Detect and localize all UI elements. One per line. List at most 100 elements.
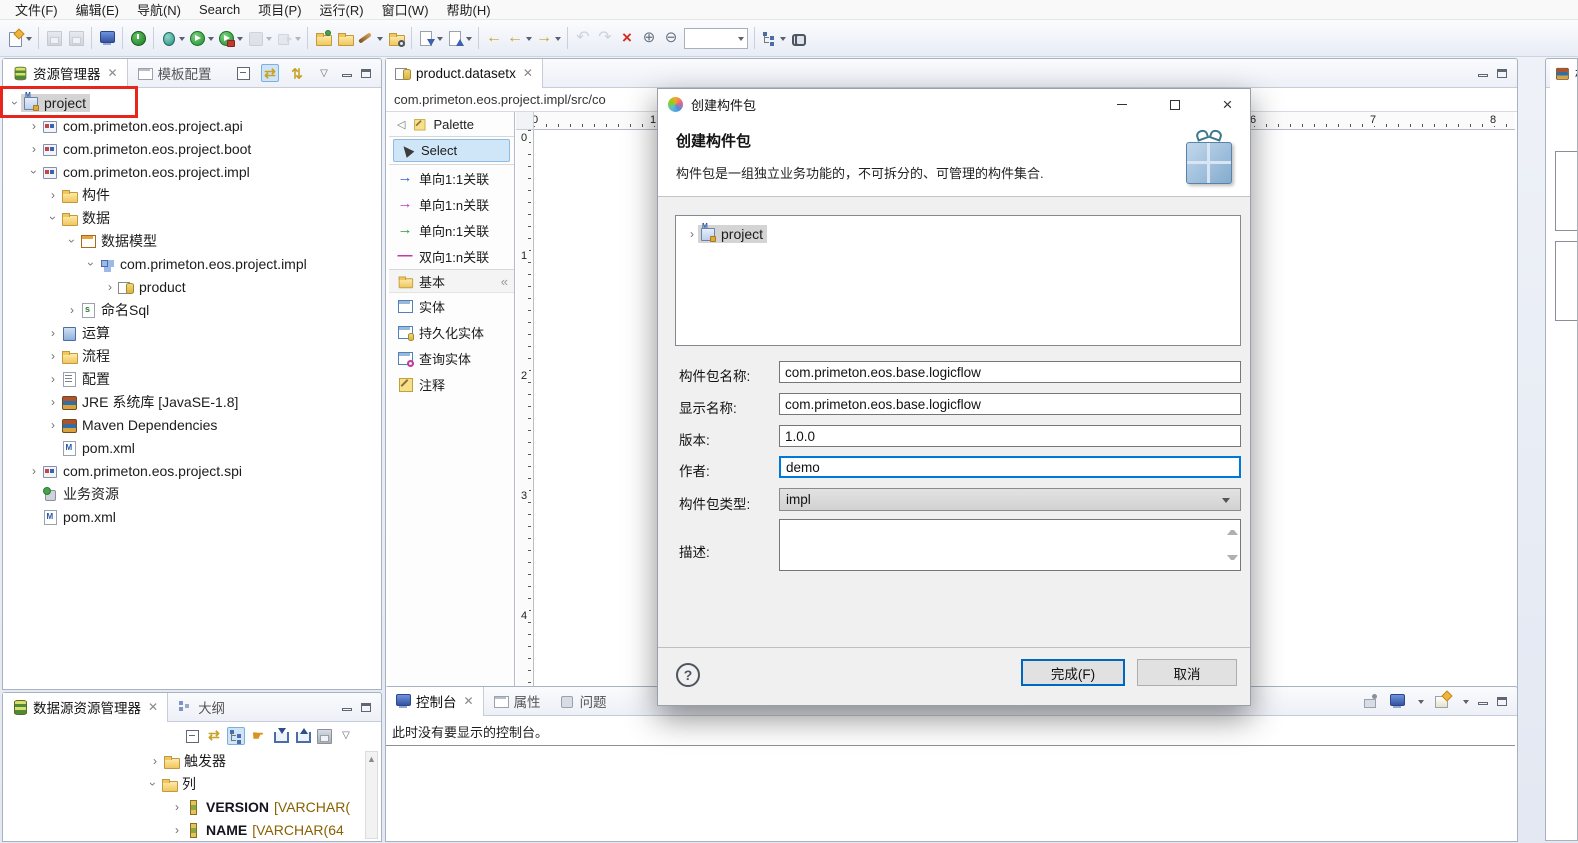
tree-item-data[interactable]: ›数据 [3, 206, 381, 229]
next-annotation-button[interactable] [416, 25, 445, 51]
tree-item-project[interactable]: ›project [3, 91, 381, 114]
tree-item-data-model[interactable]: ›数据模型 [3, 229, 381, 252]
display-name-input[interactable] [779, 393, 1241, 415]
close-icon[interactable]: ✕ [523, 66, 533, 80]
import-button[interactable] [271, 727, 289, 745]
tree-view-toggle-button[interactable] [227, 727, 245, 745]
palette-tool-1to1[interactable]: →单向1:1关联 [389, 165, 514, 191]
link-with-editor-button[interactable]: ⇄ [261, 64, 279, 82]
previous-annotation-dropdown-icon[interactable] [466, 37, 472, 44]
vertical-scrollbar[interactable]: ▲ [365, 751, 378, 839]
tab-resource-explorer[interactable]: 资源管理器 ✕ [3, 59, 128, 88]
open-console-dropdown-icon[interactable] [1463, 700, 1469, 707]
collapse-palette-icon[interactable]: ◁ [397, 118, 405, 131]
help-button[interactable]: ? [676, 663, 700, 687]
maximize-button[interactable] [1497, 697, 1507, 706]
menu-edit[interactable]: 编辑(E) [67, 0, 128, 20]
component-box[interactable] [1555, 151, 1578, 231]
scroll-down-icon[interactable] [1227, 555, 1238, 564]
tree-item-api-module[interactable]: ›com.primeton.eos.project.api [3, 114, 381, 137]
palette-item-entity[interactable]: 实体 [389, 293, 514, 319]
chevron-collapsed-icon[interactable]: › [28, 120, 40, 132]
layout-button[interactable] [759, 25, 788, 51]
chevron-expanded-icon[interactable]: › [9, 97, 21, 109]
pin-group-icon[interactable]: « [501, 274, 514, 289]
refresh-button[interactable]: ⇄ [288, 64, 306, 82]
tree-item-business-resource[interactable]: ›业务资源 [3, 482, 381, 505]
back-button[interactable]: ← [483, 25, 505, 51]
tree-item-jre-library[interactable]: ›JRE 系统库 [JavaSE-1.8] [3, 390, 381, 413]
chevron-collapsed-icon[interactable]: › [47, 419, 59, 431]
palette-tool-nto1[interactable]: →单向n:1关联 [389, 217, 514, 243]
open-console-button[interactable] [1433, 692, 1451, 710]
backward-dropdown-icon[interactable] [526, 37, 532, 44]
menu-file[interactable]: 文件(F) [6, 0, 67, 20]
export-button[interactable] [293, 727, 311, 745]
package-type-select[interactable]: impl [779, 488, 1241, 511]
new-wizard-dropdown-icon[interactable] [26, 37, 32, 44]
zoom-combo-dropdown-icon[interactable] [738, 37, 744, 44]
save-all-button[interactable] [65, 25, 87, 51]
chevron-expanded-icon[interactable]: › [47, 212, 59, 224]
menu-navigate[interactable]: 导航(N) [128, 0, 190, 20]
delete-button[interactable]: × [616, 25, 638, 51]
palette-header[interactable]: ◁ Palette [389, 112, 514, 137]
open-folder-button[interactable] [334, 25, 356, 51]
package-name-input[interactable] [779, 361, 1241, 383]
tree-item-impl-module[interactable]: ›com.primeton.eos.project.impl [3, 160, 381, 183]
chevron-collapsed-icon[interactable]: › [47, 327, 59, 339]
tree-item-pom-xml-root[interactable]: ›pom.xml [3, 505, 381, 528]
close-icon[interactable]: ✕ [108, 66, 118, 80]
step-dropdown-icon[interactable] [295, 37, 301, 44]
tree-item-columns[interactable]: ›列 [3, 772, 381, 795]
chevron-collapsed-icon[interactable]: › [47, 189, 59, 201]
tab-product-datasetx[interactable]: product.datasetx ✕ [386, 59, 543, 88]
cancel-button[interactable]: 取消 [1137, 659, 1237, 686]
menu-project[interactable]: 项目(P) [249, 0, 310, 20]
tab-outline[interactable]: 大纲 [168, 693, 234, 722]
chevron-collapsed-icon[interactable]: › [66, 304, 78, 316]
pin-console-button[interactable] [1361, 692, 1379, 710]
menu-run[interactable]: 运行(R) [311, 0, 373, 20]
minimize-button[interactable] [342, 708, 352, 711]
chevron-expanded-icon[interactable]: › [85, 258, 97, 270]
tab-template-config[interactable]: 模板配置 [128, 59, 221, 88]
close-icon[interactable]: ✕ [148, 700, 158, 714]
redo-button[interactable]: ↷ [594, 25, 616, 51]
forward-dropdown-icon[interactable] [555, 37, 561, 44]
run-history-button[interactable] [216, 25, 245, 51]
component-box[interactable] [1555, 241, 1578, 321]
chevron-collapsed-icon[interactable]: › [28, 143, 40, 155]
search-folder-button[interactable] [385, 25, 407, 51]
dialog-close-button[interactable]: × [1205, 89, 1250, 120]
forward-history-button[interactable]: → [534, 25, 563, 51]
find-button[interactable] [788, 25, 810, 51]
zoom-out-button[interactable]: ⊖ [660, 25, 682, 51]
brush-dropdown-icon[interactable] [377, 37, 383, 44]
minimize-button[interactable] [342, 74, 352, 77]
backward-history-button[interactable]: ← [505, 25, 534, 51]
tree-item-spi-module[interactable]: ›com.primeton.eos.project.spi [3, 459, 381, 482]
description-textarea[interactable] [779, 519, 1241, 571]
display-console-button[interactable] [1388, 692, 1406, 710]
menu-help[interactable]: 帮助(H) [438, 0, 500, 20]
maximize-button[interactable] [1497, 69, 1507, 78]
chevron-collapsed-icon[interactable]: › [686, 228, 698, 240]
tab-console[interactable]: 控制台 ✕ [386, 687, 484, 716]
palette-tool-1ton[interactable]: →单向1:n关联 [389, 191, 514, 217]
chevron-collapsed-icon[interactable]: › [47, 373, 59, 385]
view-menu-button[interactable]: ▽ [315, 64, 333, 82]
stop-dropdown-icon[interactable] [266, 37, 272, 44]
save-button[interactable] [315, 727, 333, 745]
run-history-dropdown-icon[interactable] [237, 37, 243, 44]
previous-annotation-button[interactable] [445, 25, 474, 51]
tree-item-version-column[interactable]: ›VERSION [VARCHAR( [3, 795, 381, 818]
chevron-expanded-icon[interactable]: › [66, 235, 78, 247]
scroll-up-icon[interactable] [1227, 526, 1238, 535]
tree-item-components[interactable]: ›构件 [3, 183, 381, 206]
dialog-maximize-button[interactable] [1152, 89, 1197, 120]
open-console-button[interactable] [96, 25, 118, 51]
palette-item-query-entity[interactable]: 查询实体 [389, 345, 514, 371]
tree-item-maven-dependencies[interactable]: ›Maven Dependencies [3, 413, 381, 436]
new-wizard-button[interactable] [5, 25, 34, 51]
